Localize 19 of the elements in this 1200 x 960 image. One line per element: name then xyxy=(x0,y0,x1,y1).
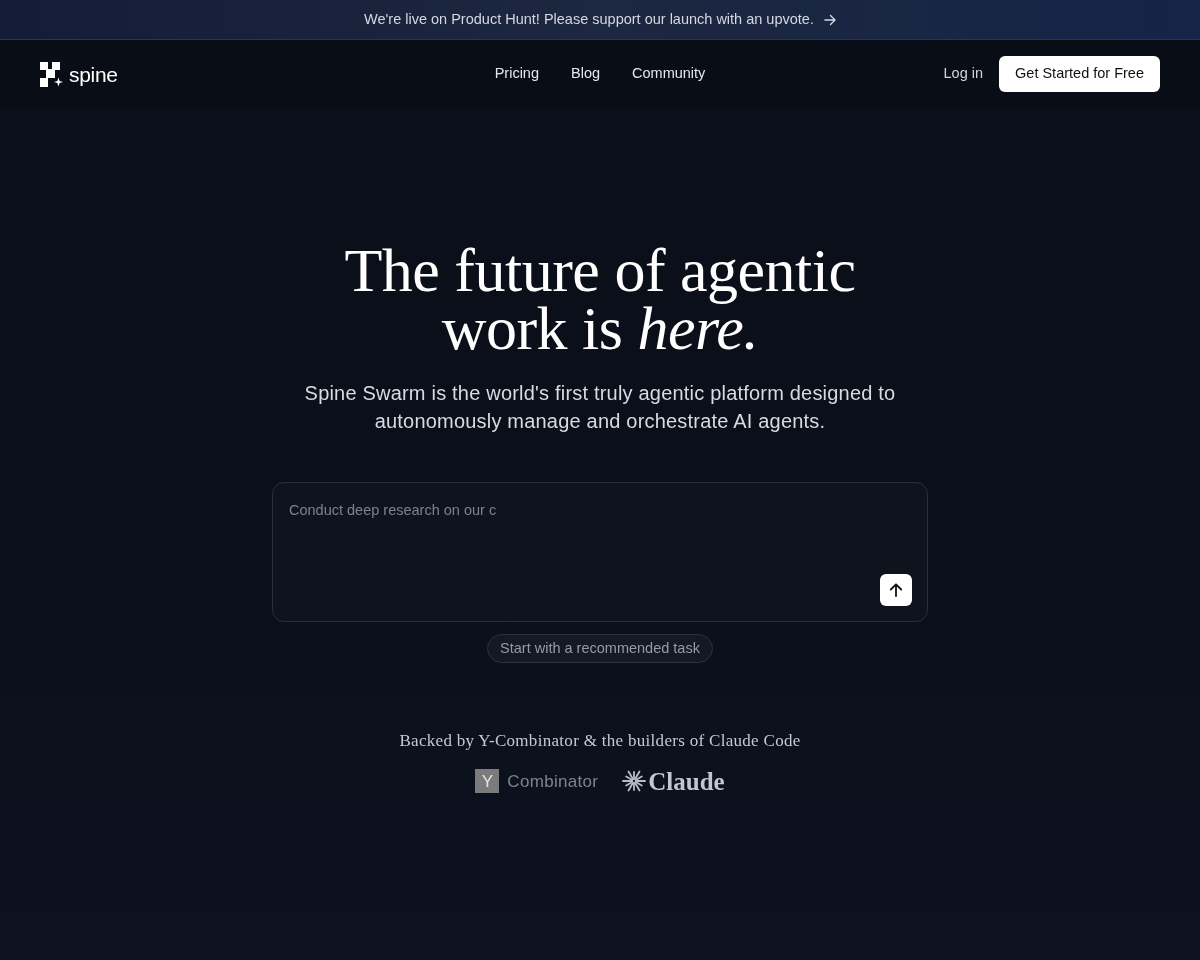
send-button[interactable] xyxy=(880,574,912,606)
backers-caption: Backed by Y-Combinator & the builders of Claude Code xyxy=(399,730,801,752)
arrow-right-icon xyxy=(823,13,836,26)
claude-wordmark: Claude xyxy=(648,768,725,794)
nav-link[interactable]: Pricing xyxy=(494,63,539,85)
announcement-banner[interactable]: We're live on Product Hunt! Please support our launch with an upvote. xyxy=(0,0,1200,40)
starburst-icon xyxy=(622,769,647,794)
nav-link[interactable]: Community xyxy=(632,63,706,85)
arrow-up-icon xyxy=(889,583,903,597)
logo-wordmark[interactable]: spine xyxy=(69,63,118,85)
hero-headline: The future of agentic work is here. xyxy=(344,241,856,357)
recommended-task-chip[interactable]: Start with a recommended task xyxy=(487,634,713,663)
hero-subtitle: Spine Swarm is the world's first truly agentic platform designed to autonomously manage and orchestrate AI agents. xyxy=(303,381,897,434)
get-started-button[interactable]: Get Started for Free xyxy=(999,56,1160,92)
y-letter-logo: Y xyxy=(475,769,500,794)
prompt-input-box[interactable]: Conduct deep research on our c xyxy=(272,482,928,622)
nav-link[interactable]: Blog xyxy=(571,63,600,85)
login-link[interactable]: Log in xyxy=(943,63,984,85)
combinator-wordmark: Combinator xyxy=(507,770,599,793)
